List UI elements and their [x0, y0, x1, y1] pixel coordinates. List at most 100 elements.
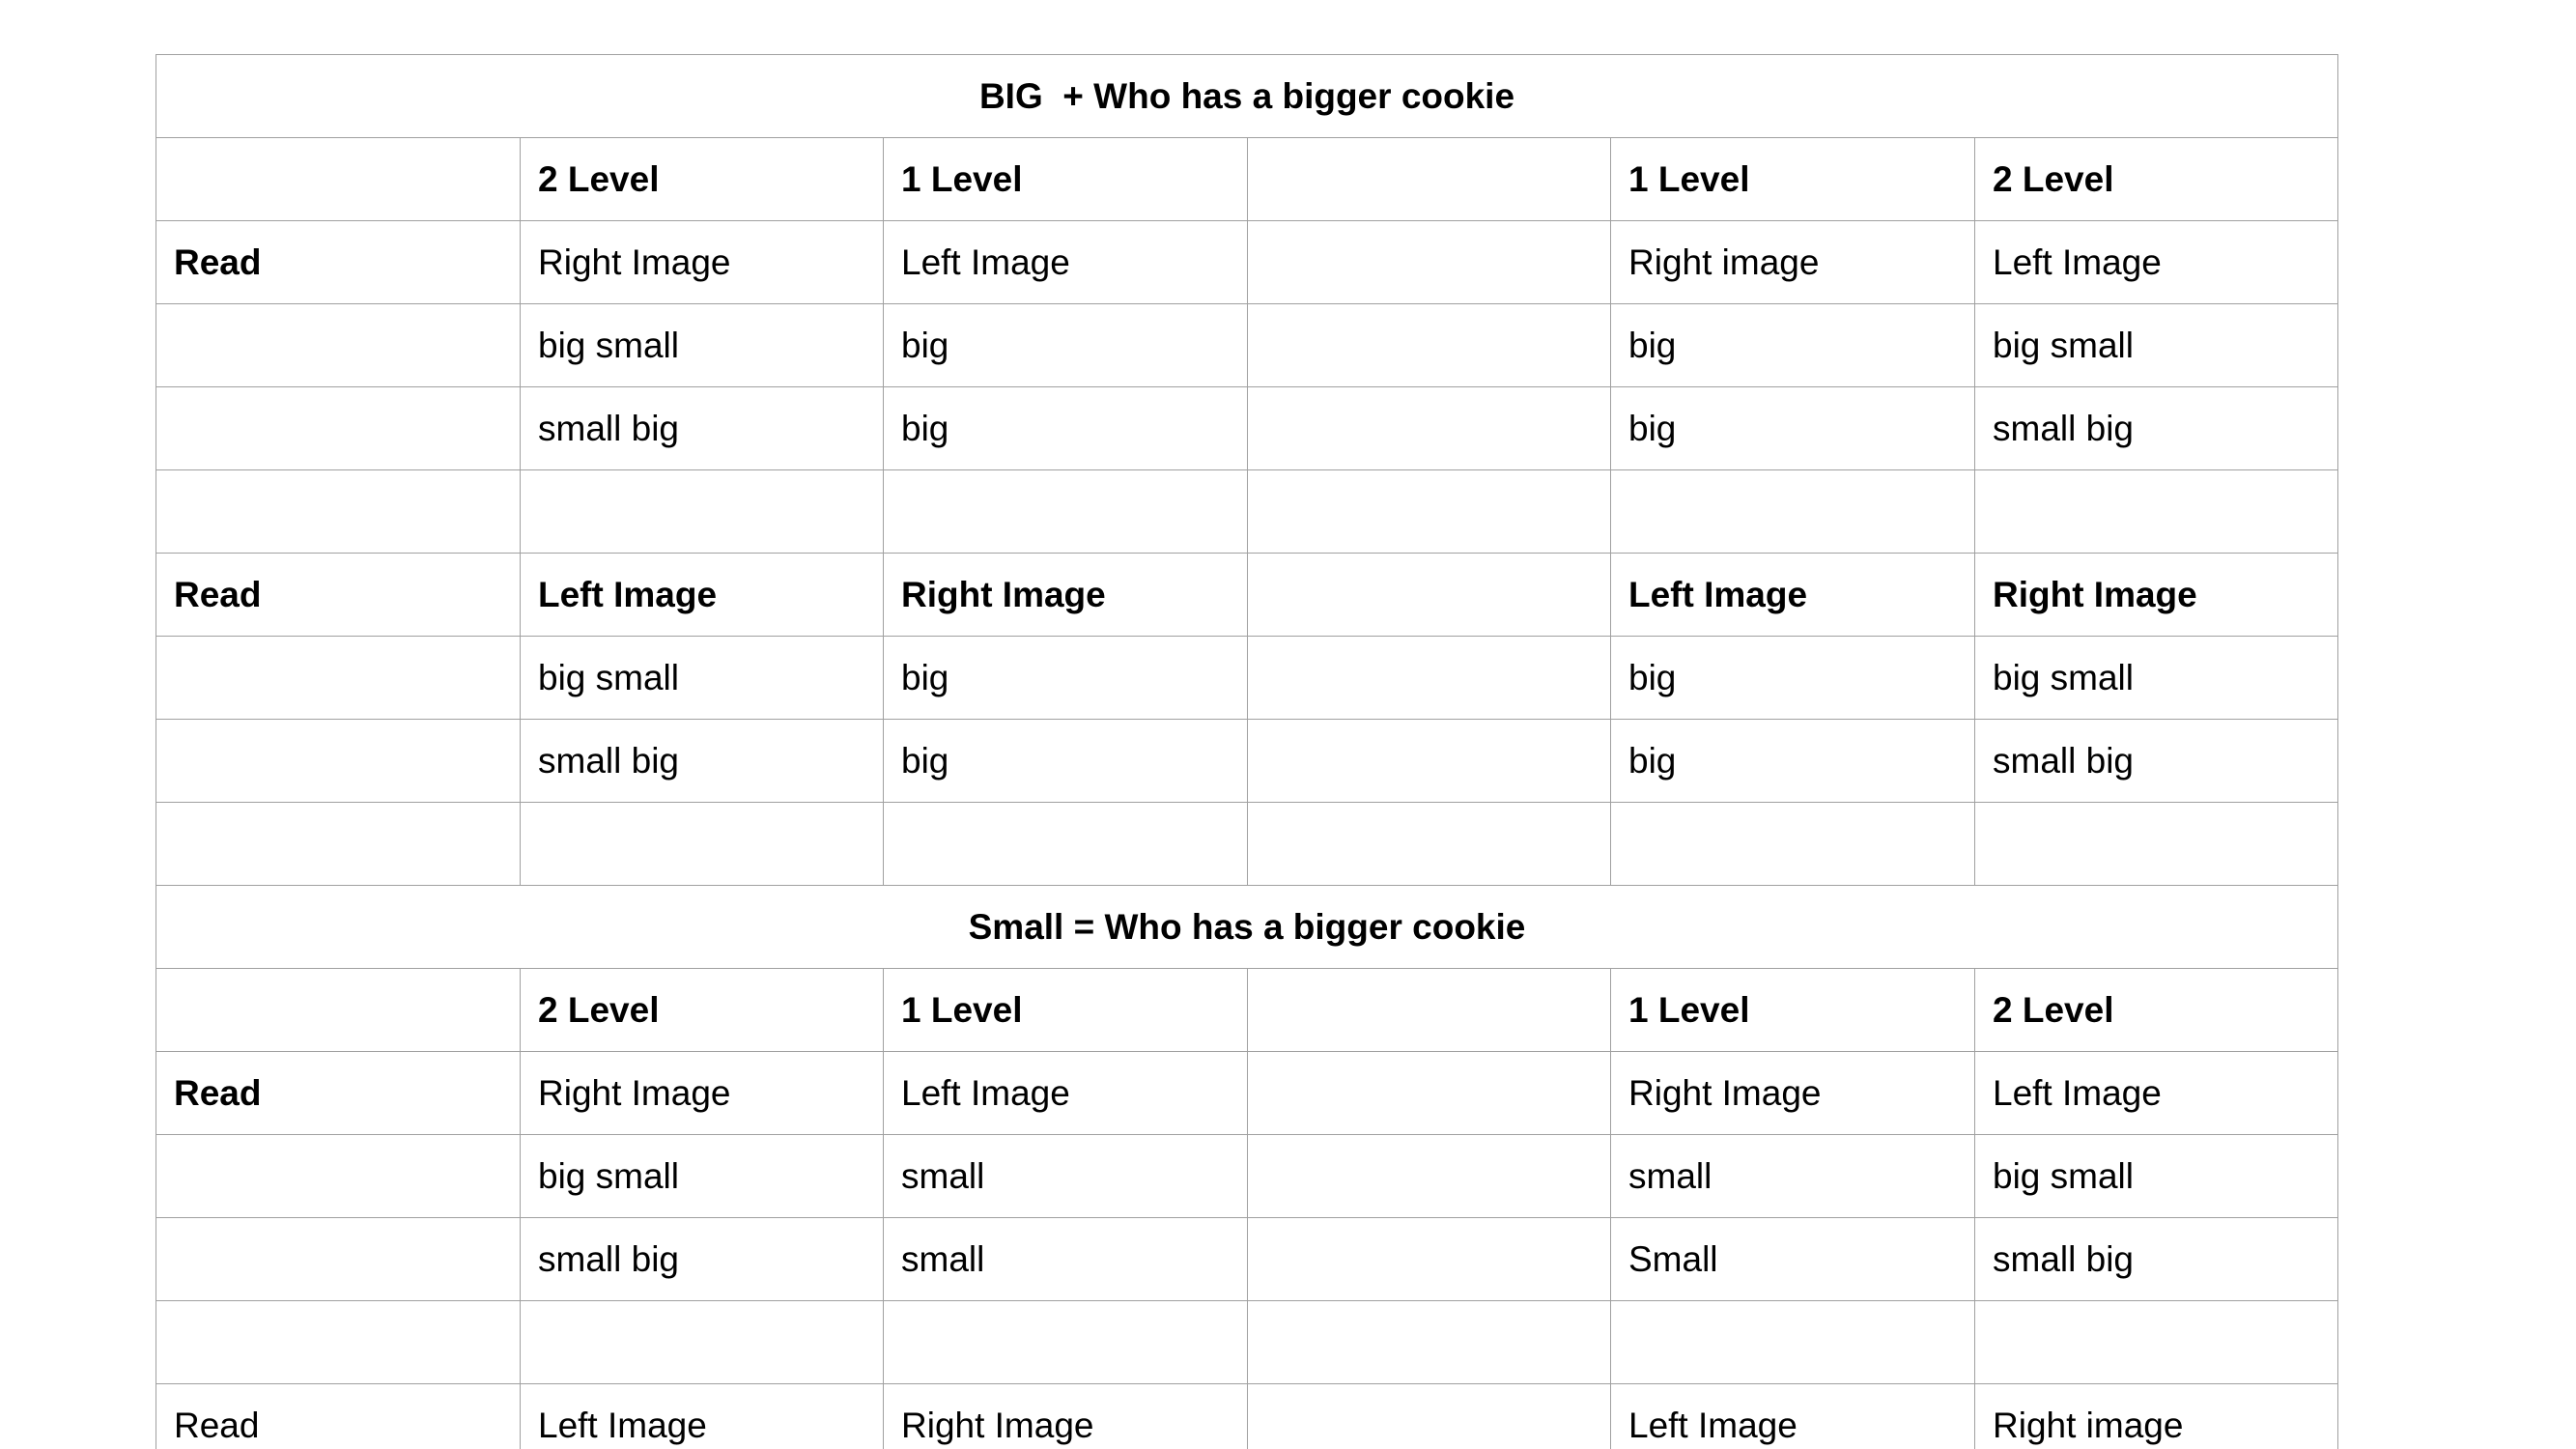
section-title: BIG + Who has a bigger cookie	[156, 54, 2338, 138]
table-cell: Right Image	[520, 1051, 884, 1135]
table-cell	[1610, 469, 1975, 554]
table-cell: 2 Level	[520, 137, 884, 221]
table-cell	[1610, 802, 1975, 886]
table-cell: big small	[1974, 303, 2338, 387]
table-cell	[1247, 968, 1611, 1052]
table-cell: Left Image	[883, 220, 1248, 304]
table-cell: big	[883, 386, 1248, 470]
table-cell	[1247, 1300, 1611, 1384]
table-cell: Left Image	[883, 1051, 1248, 1135]
table-cell: big small	[1974, 636, 2338, 720]
table-cell	[1247, 469, 1611, 554]
table-row: small big big big small big	[156, 386, 2338, 470]
table-body: BIG + Who has a bigger cookie 2 Level 1 Le…	[156, 54, 2338, 1449]
table-cell	[156, 636, 521, 720]
table-cell	[520, 1300, 884, 1384]
table-cell: big small	[1974, 1134, 2338, 1218]
table-row	[156, 469, 2338, 554]
table-row: Read Right Image Left Image Right Image Left…	[156, 1051, 2338, 1135]
table-cell	[156, 303, 521, 387]
table-cell	[156, 137, 521, 221]
table-cell: small big	[1974, 386, 2338, 470]
table-cell: big small	[520, 303, 884, 387]
table-cell: big	[883, 636, 1248, 720]
table-cell	[1247, 1383, 1611, 1449]
table-cell: small big	[520, 386, 884, 470]
table-cell	[1247, 303, 1611, 387]
table-cell	[1247, 1134, 1611, 1218]
table-cell: Right Image	[520, 220, 884, 304]
table-cell	[1247, 386, 1611, 470]
table-cell: Read	[156, 220, 521, 304]
table-cell	[1247, 1051, 1611, 1135]
table-cell: Read	[156, 553, 521, 637]
table-row: 2 Level 1 Level 1 Level 2 Level	[156, 968, 2338, 1052]
table-cell: Left Image	[520, 1383, 884, 1449]
table-cell	[1974, 802, 2338, 886]
table-row	[156, 802, 2338, 886]
table-cell	[156, 469, 521, 554]
table-cell: small big	[1974, 719, 2338, 803]
table-row: small big small Small small big	[156, 1217, 2338, 1301]
table-cell: Read	[156, 1051, 521, 1135]
table-cell: big	[883, 303, 1248, 387]
table-cell: 2 Level	[1974, 968, 2338, 1052]
cookie-size-table: BIG + Who has a bigger cookie 2 Level 1 Le…	[156, 54, 2338, 1449]
table-cell: Read	[156, 1383, 521, 1449]
table-cell	[883, 469, 1248, 554]
table-cell: Left Image	[1610, 553, 1975, 637]
table-cell: Right Image	[1610, 1051, 1975, 1135]
table-cell: Right Image	[1974, 553, 2338, 637]
table-cell	[1247, 553, 1611, 637]
table-cell: 2 Level	[520, 968, 884, 1052]
table-row: big small big big big small	[156, 636, 2338, 720]
table-cell	[1247, 1217, 1611, 1301]
table-cell	[1974, 1300, 2338, 1384]
table-cell: 2 Level	[1974, 137, 2338, 221]
table-row: big small big big big small	[156, 303, 2338, 387]
table-cell	[520, 469, 884, 554]
section-title-row: BIG + Who has a bigger cookie	[156, 54, 2338, 138]
document-page: BIG + Who has a bigger cookie 2 Level 1 Le…	[156, 54, 2338, 1449]
table-cell	[156, 386, 521, 470]
table-cell: big small	[520, 636, 884, 720]
table-cell: small big	[520, 1217, 884, 1301]
table-cell: Small	[1610, 1217, 1975, 1301]
table-row: 2 Level 1 Level 1 Level 2 Level	[156, 137, 2338, 221]
table-row	[156, 1300, 2338, 1384]
table-cell	[156, 968, 521, 1052]
table-cell: big	[1610, 719, 1975, 803]
table-cell	[883, 802, 1248, 886]
table-cell: small	[883, 1134, 1248, 1218]
table-cell	[1974, 469, 2338, 554]
table-row: big small small small big small	[156, 1134, 2338, 1218]
table-cell: 1 Level	[1610, 137, 1975, 221]
table-cell: Right Image	[883, 553, 1248, 637]
table-cell: small big	[1974, 1217, 2338, 1301]
section-title: Small = Who has a bigger cookie	[156, 885, 2338, 969]
table-cell	[156, 719, 521, 803]
table-cell	[520, 802, 884, 886]
table-cell: small big	[520, 719, 884, 803]
table-cell: 1 Level	[883, 137, 1248, 221]
table-cell	[1610, 1300, 1975, 1384]
table-cell	[156, 1134, 521, 1218]
table-cell	[883, 1300, 1248, 1384]
table-cell	[1247, 137, 1611, 221]
table-row: Read Left Image Right Image Left Image Right…	[156, 553, 2338, 637]
table-cell: 1 Level	[1610, 968, 1975, 1052]
table-cell	[1247, 719, 1611, 803]
table-row: small big big big small big	[156, 719, 2338, 803]
table-cell: Left Image	[1974, 1051, 2338, 1135]
table-cell	[156, 1217, 521, 1301]
table-cell	[1247, 220, 1611, 304]
table-row: Read Right Image Left Image Right image Left…	[156, 220, 2338, 304]
table-cell: Right image	[1610, 220, 1975, 304]
table-cell: big	[1610, 303, 1975, 387]
table-cell: Left Image	[1974, 220, 2338, 304]
table-cell: small	[1610, 1134, 1975, 1218]
table-cell: Right Image	[883, 1383, 1248, 1449]
table-cell	[156, 1300, 521, 1384]
table-cell: small	[883, 1217, 1248, 1301]
table-cell: Right image	[1974, 1383, 2338, 1449]
